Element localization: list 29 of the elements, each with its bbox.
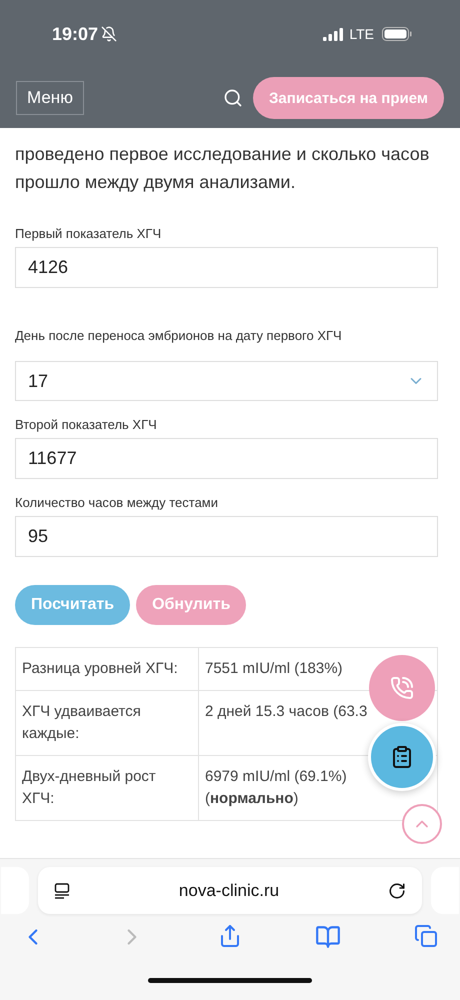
- field-label: Первый показатель ХГЧ: [15, 226, 162, 241]
- table-cell: Двух-дневный рост ХГЧ:: [16, 756, 198, 820]
- scroll-top-button[interactable]: [402, 804, 442, 844]
- network-label: LTE: [349, 26, 374, 42]
- page-menu-icon[interactable]: [54, 882, 70, 898]
- table-cell: ХГЧ удваивается каждые:: [16, 690, 198, 756]
- field-label: Количество часов между тестами: [15, 495, 220, 510]
- address-bar[interactable]: nova-clinic.ru: [38, 867, 422, 914]
- signal-icon: [323, 28, 344, 40]
- clipboard-icon: [390, 745, 414, 769]
- battery-icon: [382, 27, 412, 41]
- phone-icon: [390, 676, 414, 700]
- input-field[interactable]: 4126: [15, 247, 438, 288]
- url-text: nova-clinic.ru: [178, 880, 280, 900]
- reload-icon[interactable]: [388, 882, 406, 900]
- input-field[interactable]: 11677: [15, 438, 438, 479]
- share-icon[interactable]: [218, 924, 242, 948]
- bookmarks-icon[interactable]: [315, 924, 341, 950]
- select-field[interactable]: 17: [15, 361, 438, 401]
- menu-button[interactable]: Меню: [16, 81, 84, 115]
- tabs-icon[interactable]: [414, 924, 438, 948]
- field-label: Второй показатель ХГЧ: [15, 417, 158, 432]
- status-time: 19:07: [52, 24, 98, 44]
- table-cell: Разница уровней ХГЧ:: [16, 648, 198, 690]
- intro-text: проведено первое исследование и сколько часов прошло между двумя анализами.: [15, 143, 430, 194]
- input-field[interactable]: 95: [15, 516, 438, 557]
- search-icon[interactable]: [223, 88, 244, 108]
- form-button[interactable]: [368, 723, 436, 791]
- field-label: День после переноса эмбрионов на дату первого ХГЧ: [15, 328, 343, 343]
